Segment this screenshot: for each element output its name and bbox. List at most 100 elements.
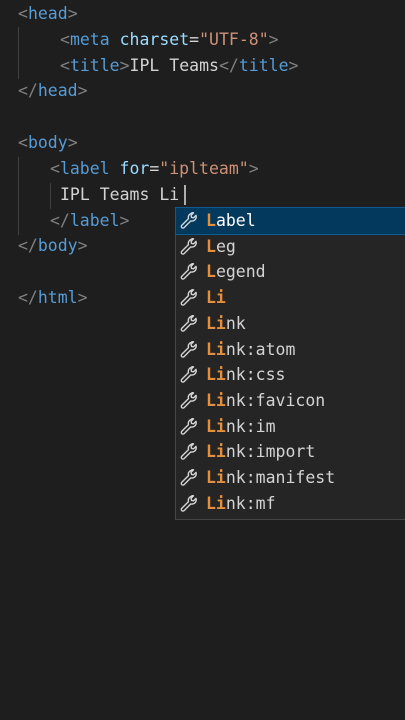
suggestion-rest: nk:im — [225, 416, 276, 436]
code-line[interactable]: <title>IPL Teams</title> — [60, 53, 298, 79]
wrench-icon — [180, 288, 198, 307]
code-token: html — [37, 288, 78, 307]
suggestion-label: Link:manifest — [206, 465, 335, 491]
suggestion-rest: abel — [215, 211, 256, 230]
code-line[interactable]: <label for="iplteam"> — [50, 156, 259, 182]
code-token: > — [67, 133, 78, 152]
code-token: > — [119, 56, 130, 75]
match-highlight: L — [206, 262, 216, 282]
suggestion-rest: nk:css — [225, 365, 286, 385]
suggestion-rest: nk:import — [225, 442, 316, 462]
code-line[interactable]: IPL Teams Li — [60, 182, 179, 208]
suggestion-label: Legend — [206, 259, 266, 285]
code-token: </ — [50, 211, 70, 230]
match-highlight: Li — [206, 365, 226, 385]
wrench-icon — [180, 494, 198, 513]
code-token: charset — [119, 30, 190, 49]
suggestion-item[interactable]: Link:mf — [176, 491, 405, 517]
wrench-icon — [180, 391, 198, 410]
suggestion-label: Label — [206, 208, 256, 234]
code-token: </ — [18, 288, 38, 307]
match-highlight: Li — [206, 390, 226, 410]
suggestion-item[interactable]: Leg — [176, 234, 405, 260]
suggestion-item[interactable]: Link:manifest — [176, 465, 405, 491]
suggestion-rest: nk — [225, 313, 246, 333]
code-token: label — [59, 159, 110, 178]
match-highlight: L — [206, 211, 216, 230]
suggestion-item[interactable]: Link:import — [176, 439, 405, 465]
match-highlight: Li — [206, 288, 226, 308]
code-token: > — [248, 159, 259, 178]
code-token: > — [77, 236, 88, 255]
code-token: > — [77, 288, 88, 307]
suggestion-item[interactable]: Link:im — [176, 414, 405, 440]
wrench-icon — [180, 366, 198, 384]
suggestion-label: Link — [206, 311, 246, 337]
code-token: < — [60, 56, 70, 75]
code-line[interactable]: <meta charset="UTF-8"> — [60, 27, 279, 53]
suggestion-item[interactable]: Link — [176, 311, 405, 337]
suggestion-label: Link:favicon — [206, 388, 325, 414]
code-token: for — [119, 159, 150, 178]
suggestion-rest: nk:mf — [225, 493, 276, 513]
suggestion-label: Link:im — [206, 414, 276, 440]
match-highlight: Li — [206, 468, 226, 487]
indent-guide — [50, 183, 51, 209]
wrench-icon — [180, 417, 198, 436]
wrench-icon — [180, 443, 198, 461]
code-token: > — [288, 56, 299, 75]
match-highlight: Li — [206, 493, 226, 513]
suggestion-item[interactable]: Legend — [176, 259, 405, 285]
code-token: head — [27, 4, 68, 23]
code-line[interactable]: </label> — [50, 208, 129, 234]
code-token: < — [18, 133, 28, 152]
indent-guide — [18, 157, 19, 235]
suggestion-label: Link:atom — [206, 337, 295, 363]
code-line[interactable]: </head> — [18, 78, 88, 104]
autocomplete-suggestions[interactable]: Label Leg Legend Li Link Link:atom Link:css Lin… — [175, 207, 405, 520]
code-token: </ — [18, 81, 38, 100]
suggestion-item[interactable]: Link:favicon — [176, 388, 405, 414]
suggestion-item[interactable]: Link:atom — [176, 337, 405, 363]
suggestion-label: Link:mf — [206, 491, 276, 517]
code-token: body — [27, 133, 68, 152]
code-line[interactable]: </body> — [18, 233, 88, 259]
code-token: = — [149, 159, 160, 178]
code-token: "UTF-8" — [199, 30, 269, 49]
suggestion-label: Leg — [206, 234, 236, 260]
code-token: > — [67, 4, 78, 23]
code-token: > — [268, 30, 279, 49]
code-token: < — [18, 4, 28, 23]
code-token: "iplteam" — [159, 159, 249, 178]
match-highlight: Li — [206, 442, 226, 462]
code-line[interactable]: </html> — [18, 285, 88, 311]
code-token: head — [37, 81, 78, 100]
code-token: </ — [218, 56, 239, 75]
code-line[interactable]: <head> — [18, 1, 78, 27]
code-editor[interactable]: <head> <meta charset="UTF-8"> <title>IPL… — [0, 0, 405, 720]
code-token: IPL Teams — [129, 56, 219, 75]
suggestion-item[interactable]: Label — [175, 207, 405, 235]
match-highlight: Li — [206, 313, 226, 333]
code-line[interactable]: <body> — [18, 130, 78, 156]
match-highlight: Li — [206, 416, 226, 436]
suggestion-label: Link:import — [206, 439, 315, 465]
text-cursor — [184, 185, 186, 205]
suggestion-item[interactable]: Link:css — [176, 362, 405, 388]
indent-guide — [18, 27, 19, 79]
code-token: </ — [18, 236, 38, 255]
code-token: body — [37, 236, 78, 255]
suggestion-label: Li — [206, 285, 226, 311]
suggestion-item[interactable]: Li — [176, 285, 405, 311]
code-token: label — [69, 211, 120, 230]
wrench-icon — [180, 211, 198, 230]
suggestion-rest: nk:favicon — [225, 390, 326, 410]
wrench-icon — [180, 340, 198, 359]
wrench-icon — [180, 314, 198, 333]
match-highlight: Li — [206, 339, 226, 359]
code-token: > — [77, 81, 88, 100]
code-token: > — [119, 211, 130, 230]
code-token: meta — [69, 30, 110, 49]
